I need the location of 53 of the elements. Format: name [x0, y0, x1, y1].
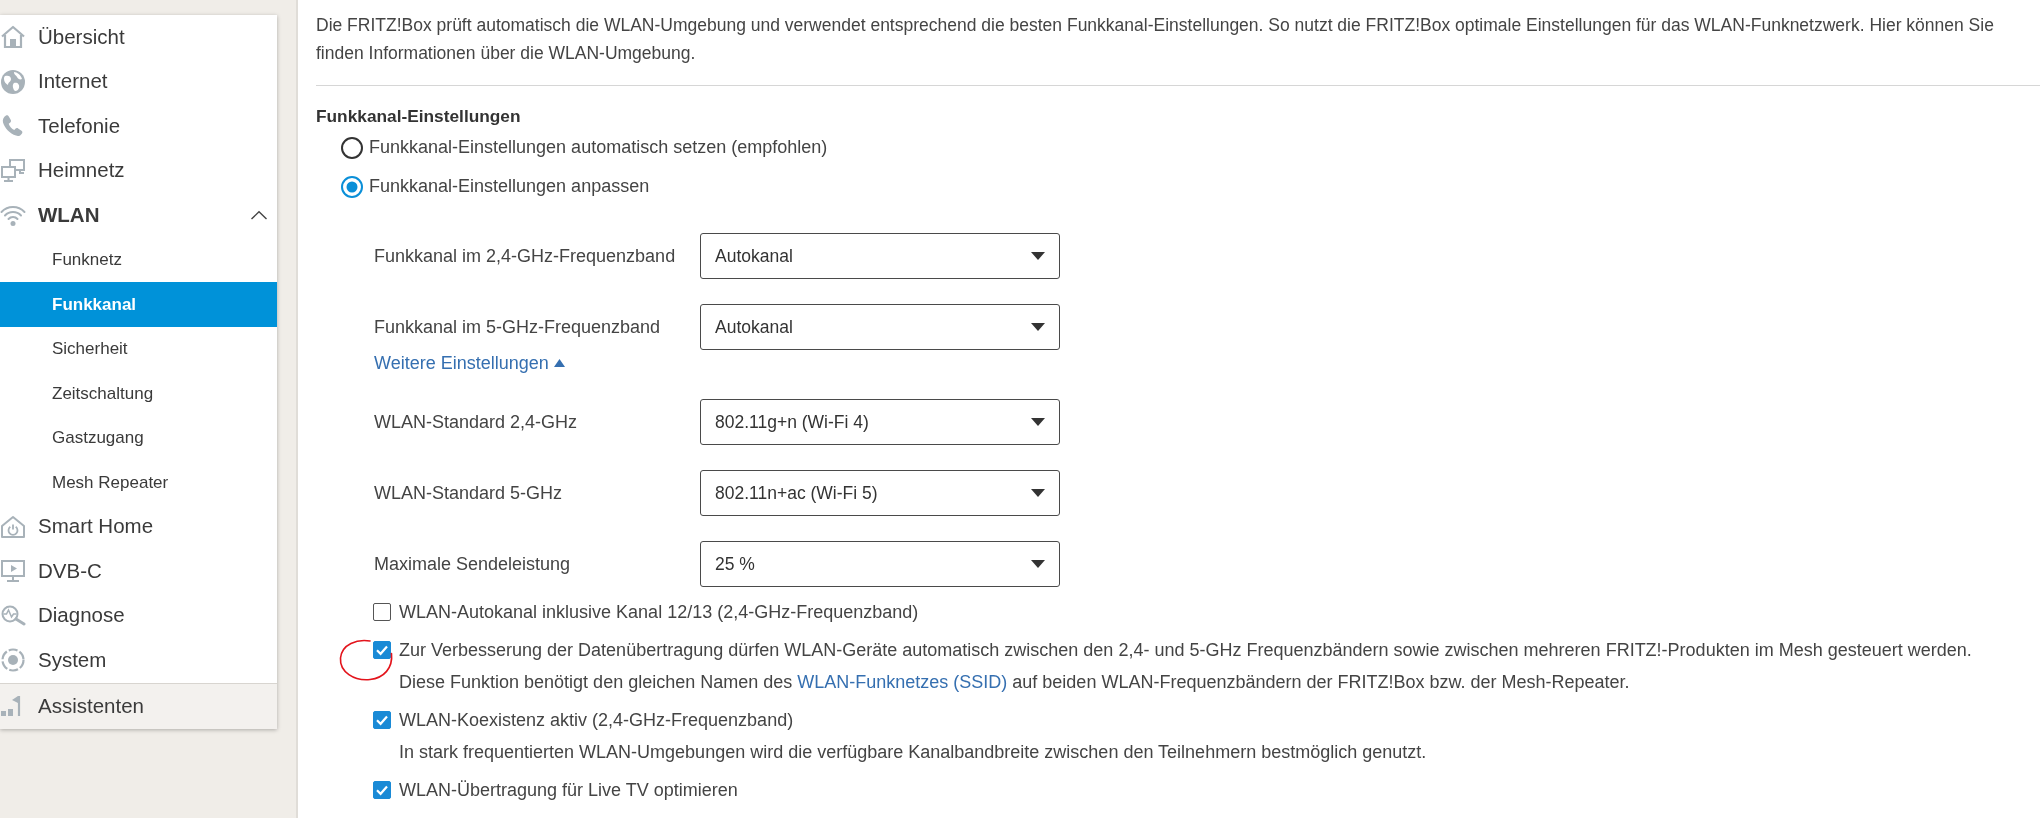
field-label: Funkkanal im 2,4-GHz-Frequenzband — [374, 244, 677, 268]
dropdown-select[interactable]: 25 % — [700, 541, 1060, 587]
checkbox-label: WLAN-Koexistenz aktiv (2,4-GHz-Frequenzband) — [399, 709, 794, 732]
nav-item[interactable]: Assistenten — [0, 682, 277, 729]
nav-subitem[interactable]: Funknetz — [0, 237, 277, 282]
checkbox-label: WLAN-Übertragung für Live TV optimieren — [399, 779, 738, 802]
house-icon — [0, 24, 26, 51]
checkbox-label: WLAN-Autokanal inklusive Kanal 12/13 (2,4-GHz-Frequenzband) — [399, 601, 919, 624]
tv-play-icon — [0, 558, 26, 585]
description-text: In stark frequentierten WLAN-Umgebungen wird die verfügbare Kanalbandbreite zwischen den Teilnehmern bestmöglich genutzt. — [398, 741, 1428, 764]
checkbox[interactable] — [373, 781, 391, 799]
dropdown-select[interactable]: Autokanal — [700, 233, 1060, 279]
checkbox-label: Zur Verbesserung der Datenübertragung dürfen WLAN-Geräte automatisch zwischen den 2,4- und 5-GHz Frequenzbändern sowie zwischen mehreren FRITZ!-Produkten im Mesh gesteuert werden. — [399, 639, 1972, 662]
nav-subitem[interactable]: Zeitschaltung — [0, 371, 277, 416]
ssid-link[interactable]: WLAN-Funknetzes (SSID) — [797, 672, 1008, 692]
nav-subitem[interactable]: Gastzugang — [0, 415, 277, 460]
section-heading: Funkkanal-Einstellungen — [316, 105, 522, 128]
radio-label: Funkkanal-Einstellungen anpassen — [369, 175, 650, 198]
nav-item[interactable]: Internet — [0, 59, 277, 104]
nav-item[interactable]: WLAN — [0, 193, 277, 238]
field-label: Maximale Sendeleistung — [374, 552, 572, 576]
field-label: WLAN-Standard 5-GHz — [374, 481, 564, 505]
nav-item[interactable]: Smart Home — [0, 504, 277, 549]
nav-item[interactable]: Heimnetz — [0, 148, 277, 193]
nav-subitem[interactable]: Sicherheit — [0, 326, 277, 371]
dropdown-select[interactable]: 802.11n+ac (Wi-Fi 5) — [700, 470, 1060, 516]
chevron-up-icon[interactable] — [250, 209, 268, 221]
caret-down-icon — [1031, 560, 1045, 568]
caret-down-icon — [1031, 489, 1045, 497]
nav-item[interactable]: Telefonie — [0, 104, 277, 149]
intro-text: Die FRITZ!Box prüft automatisch die WLAN-Umgebung und verwendet entsprechend die besten Funkkanal-Einstellungen. So nutzt die FRITZ!Box optimale Einstellungen für das WLAN-Funknetzwerk. Hier können Sie finden Informationen über die WLAN-Umgebung. — [316, 14, 1995, 65]
dropdown-select[interactable]: 802.11g+n (Wi-Fi 4) — [700, 399, 1060, 445]
nav-item[interactable]: DVB-C — [0, 549, 277, 594]
caret-down-icon — [1031, 252, 1045, 260]
field-label: WLAN-Standard 2,4-GHz — [374, 410, 579, 434]
ring-dot-icon — [0, 647, 26, 674]
nav-item[interactable]: Übersicht — [0, 15, 277, 60]
nav-subitem[interactable]: Mesh Repeater — [0, 460, 277, 505]
field-label: Funkkanal im 5-GHz-Frequenzband — [374, 315, 662, 339]
caret-down-icon — [1031, 323, 1045, 331]
nav-item[interactable]: System — [0, 638, 277, 683]
nav-item[interactable]: Diagnose — [0, 593, 277, 638]
dropdown-select[interactable]: Autokanal — [700, 304, 1060, 350]
checkbox[interactable] — [373, 603, 391, 621]
checkbox[interactable] — [373, 641, 391, 659]
checkbox[interactable] — [373, 711, 391, 729]
house-power-icon — [0, 513, 26, 540]
more-settings-link[interactable]: Weitere Einstellungen — [374, 352, 565, 374]
caret-down-icon — [1031, 418, 1045, 426]
radio-button[interactable] — [341, 136, 363, 159]
radio-label: Funkkanal-Einstellungen automatisch setzen (empfohlen) — [369, 136, 828, 159]
description-text: Diese Funktion benötigt den gleichen Namen des WLAN-Funknetzes (SSID) auf beiden WLAN-Frequenzbändern der FRITZ!Box bzw. der Mesh-Repeater. — [398, 671, 1631, 694]
radio-button[interactable] — [341, 175, 363, 198]
